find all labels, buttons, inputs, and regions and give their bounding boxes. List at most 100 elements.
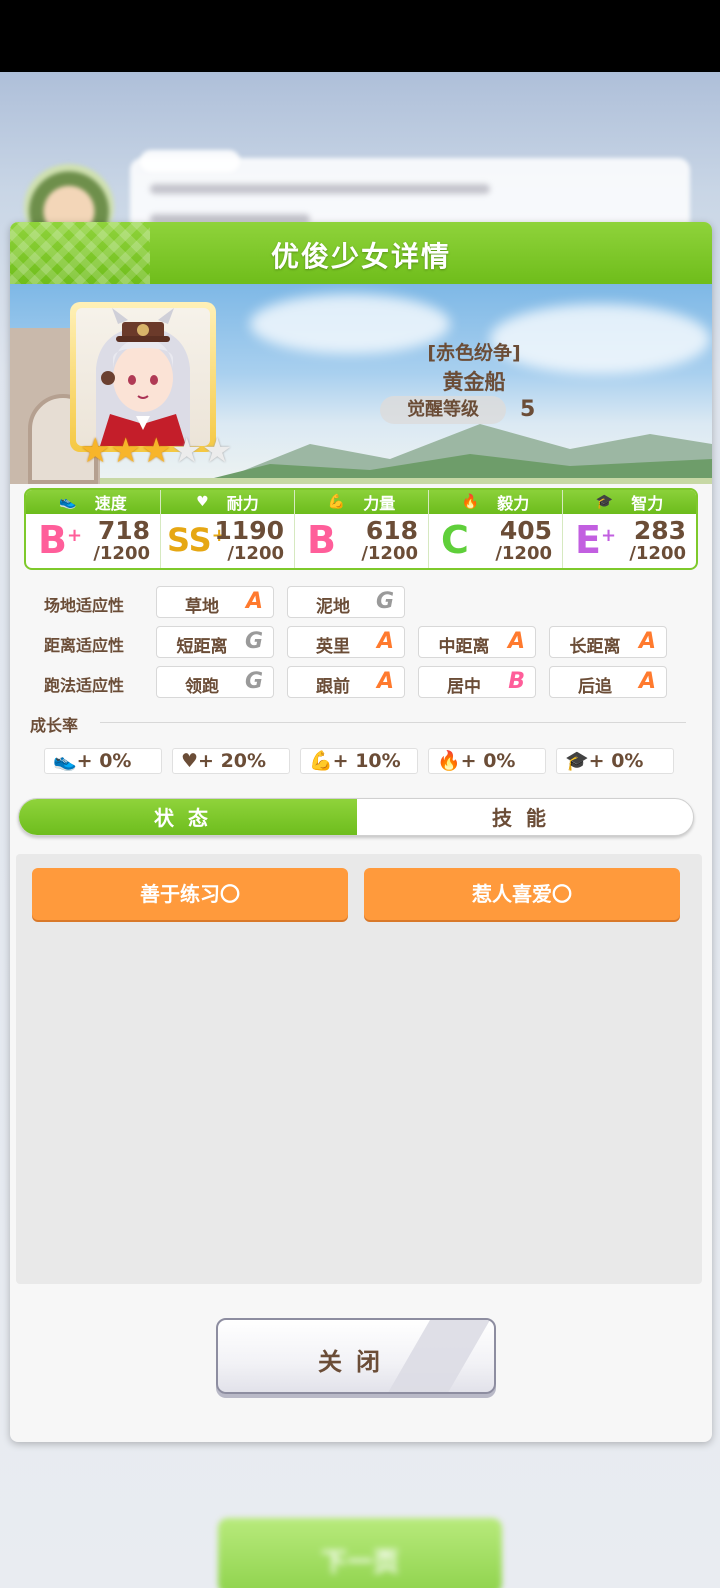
background-dialog-line [150,184,490,194]
stat-guts: 🔥 毅力 C 405 /1200 [428,490,562,568]
style-aptitude-label: 跑法适应性 [44,676,125,695]
aptitude-mile: 英里 A [287,626,405,658]
stat-value: 283 [633,516,686,545]
stat-max: /1200 [495,543,552,564]
aptitude-name: 短距离 [176,637,228,657]
aptitude-name: 英里 [316,637,350,657]
awaken-level-label: 觉醒等级 [380,396,506,424]
stat-name: 智力 [631,494,664,513]
next-page-button[interactable]: 下一页 [218,1518,502,1588]
growth-speed: 👟+ 0% [44,748,162,774]
stat-max: /1200 [361,543,418,564]
detail-tabs: 状态 技能 [18,798,694,836]
grad-cap-icon: 🎓 [595,494,614,510]
growth-value: + 0% [460,750,516,772]
shoe-icon: 👟 [53,750,77,772]
stat-grade: SS + [167,521,227,559]
stat-name: 力量 [363,494,396,513]
aptitude-grade: A [376,669,394,694]
tab-content: 善于练习〇 惹人喜爱〇 [16,854,702,1284]
aptitude-name: 跟前 [316,677,350,697]
tab-status[interactable]: 状态 [19,799,357,835]
distance-aptitude-row: 距离适应性 短距离 G 英里 A 中距离 A 长距离 A [10,626,712,658]
star-icon: ★ [140,431,172,471]
stat-value: 718 [97,516,150,545]
stat-stamina: ♥ 耐力 SS + 1190 /1200 [160,490,294,568]
track-aptitude-row: 场地适应性 草地 A 泥地 G [10,586,712,618]
growth-value: + 0% [588,750,644,772]
aptitude-name: 泥地 [316,597,350,617]
aptitude-long: 长距离 A [549,626,667,658]
stat-name: 毅力 [497,494,530,513]
stat-name: 耐力 [226,494,259,513]
growth-value: + 20% [198,750,267,772]
growth-guts: 🔥+ 0% [428,748,546,774]
heart-icon: ♥ [196,494,209,510]
stat-max: /1200 [227,543,284,564]
aptitude-grade: A [638,669,656,694]
next-page-label: 下一页 [320,1548,399,1578]
awaken-level-value: 5 [520,397,536,422]
aptitude-name: 居中 [447,677,481,697]
growth-stamina: ♥+ 20% [172,748,290,774]
aptitude-betweener: 居中 B [418,666,536,698]
trait-button[interactable]: 善于练习〇 [32,868,348,920]
character-illustration [96,308,190,446]
shoe-icon: 👟 [59,494,77,510]
muscle-icon: 💪 [327,494,346,510]
close-button[interactable]: 关闭 [216,1318,496,1394]
trait-button[interactable]: 惹人喜爱〇 [364,868,680,920]
grad-cap-icon: 🎓 [565,750,589,772]
panel-header: 优俊少女详情 [10,222,712,284]
rarity-stars: ★ ★ ★ ★ ★ [80,434,232,468]
stat-grade: C [441,518,469,562]
aptitude-grade: A [376,629,394,654]
aptitude-grade: A [507,629,525,654]
uma-detail-panel: 优俊少女详情 ★ ★ ★ ★ ★ [赤色纷争] 黄金船 觉醒等级 5 👟 速度 … [10,222,712,1442]
aptitude-name: 草地 [185,597,219,617]
character-banner: ★ ★ ★ ★ ★ [赤色纷争] 黄金船 觉醒等级 5 [10,284,712,484]
aptitude-name: 中距离 [438,637,490,657]
close-label: 关闭 [318,1348,394,1376]
star-empty-icon: ★ [201,431,233,471]
stats-table: 👟 速度 B + 718 /1200 ♥ 耐力 SS + 1190 /1200 💪 力量 … [24,488,698,570]
growth-value: + 10% [332,750,401,772]
aptitude-leader: 跟前 A [287,666,405,698]
aptitude-grade: A [245,589,263,614]
style-aptitude-row: 跑法适应性 领跑 G 跟前 A 居中 B 后追 A [10,666,712,698]
aptitude-name: 长距离 [569,637,621,657]
character-portrait[interactable] [70,302,216,452]
character-portrait-image [76,308,210,446]
aptitude-grade: B [508,669,525,694]
stat-speed: 👟 速度 B + 718 /1200 [26,490,160,568]
background-speaker-tag [140,150,240,172]
aptitude-runner: 领跑 G [156,666,274,698]
aptitude-sprint: 短距离 G [156,626,274,658]
stat-grade: E + [575,518,617,562]
growth-wisdom: 🎓+ 0% [556,748,674,774]
heart-icon: ♥ [181,750,199,772]
aptitude-grade: G [375,589,394,614]
aptitude-name: 领跑 [185,677,219,697]
star-icon: ★ [80,431,111,471]
star-icon: ★ [110,431,141,471]
stat-grade: B + [38,518,83,562]
aptitude-grade: G [244,629,263,654]
character-name: 黄金船 [442,370,506,394]
aptitude-chaser: 后追 A [549,666,667,698]
aptitude-name: 后追 [578,677,612,697]
flame-icon: 🔥 [437,750,461,772]
stat-grade: B [307,518,336,562]
aptitude-grade: G [244,669,263,694]
growth-value: + 0% [76,750,132,772]
stat-value: 405 [499,516,552,545]
aptitude-grade: A [638,629,656,654]
aptitude-medium: 中距离 A [418,626,536,658]
muscle-icon: 💪 [309,750,333,772]
divider [100,722,686,723]
panel-title: 优俊少女详情 [270,240,451,273]
tab-skills[interactable]: 技能 [357,799,693,835]
aptitude-dirt: 泥地 G [287,586,405,618]
stat-name: 速度 [94,494,127,513]
flame-icon: 🔥 [461,494,480,510]
